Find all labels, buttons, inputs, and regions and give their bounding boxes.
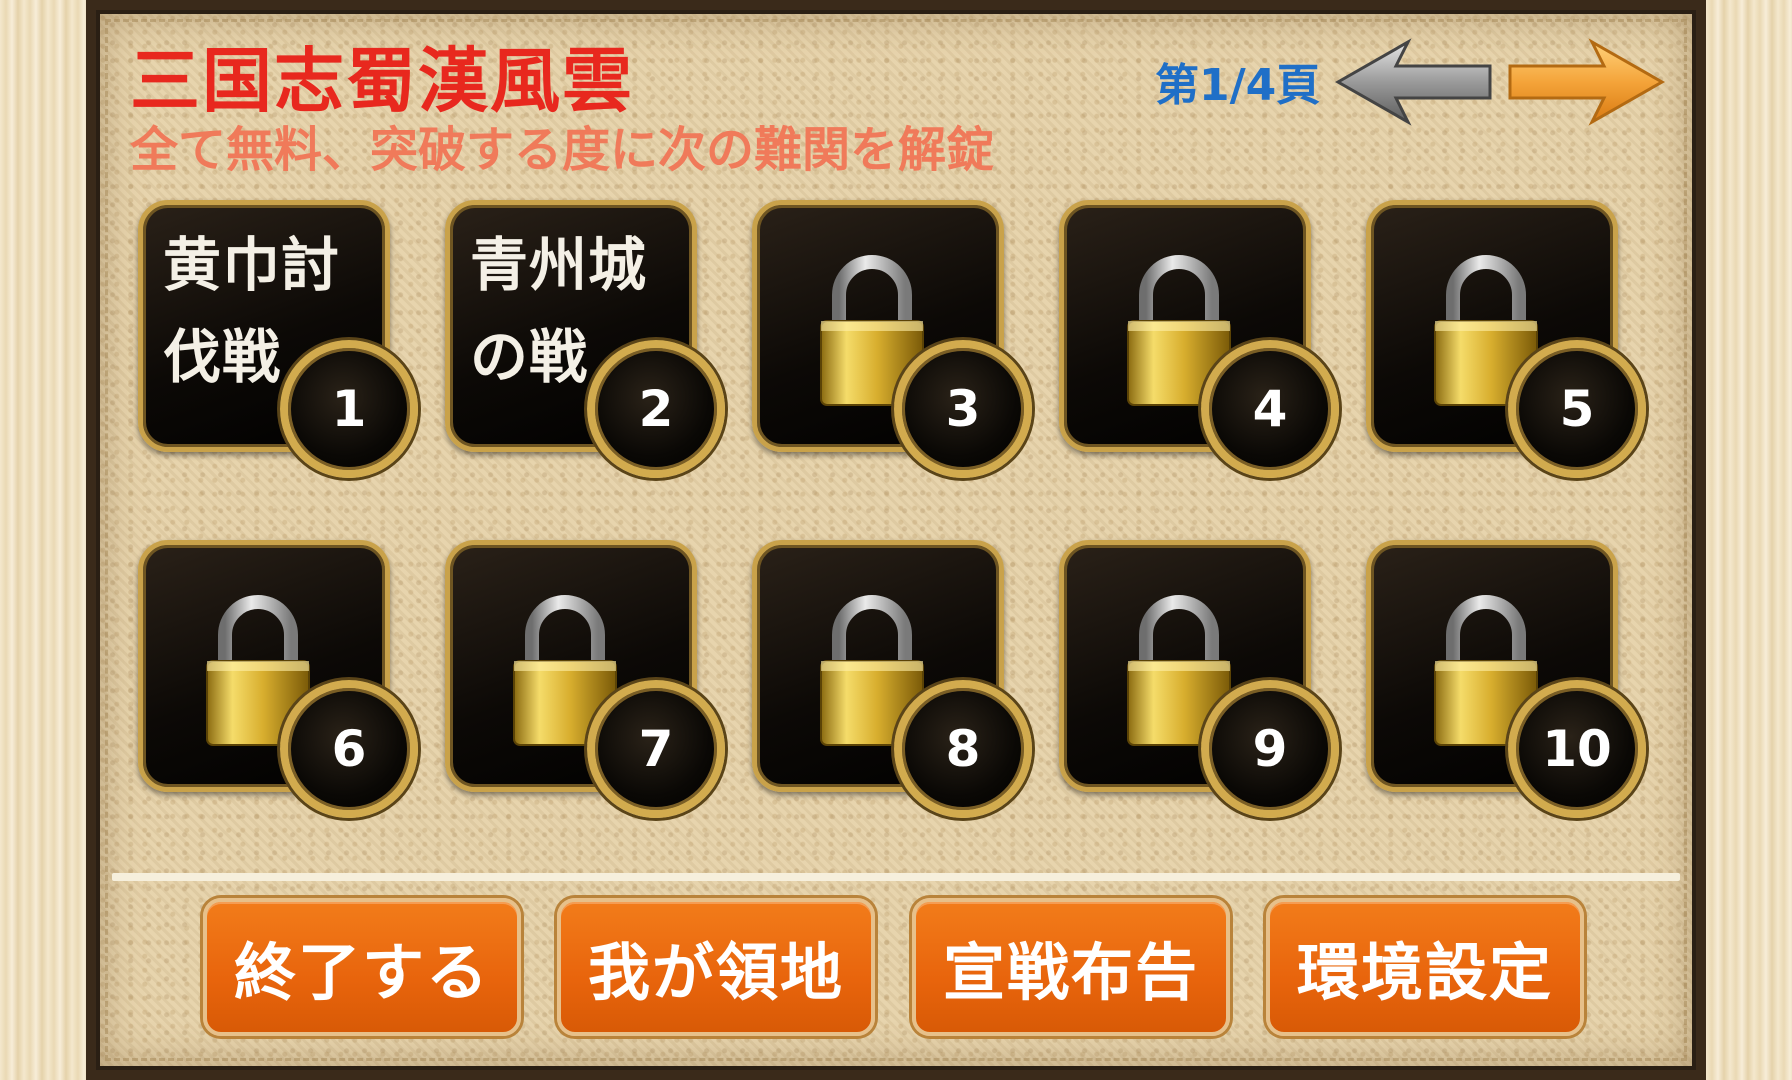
stage-number-badge: 3 [894, 340, 1032, 478]
declare-war-button[interactable]: 宣戦布告 [912, 898, 1230, 1036]
stage-number-badge: 2 [587, 340, 725, 478]
next-page-button[interactable] [1500, 36, 1670, 128]
game-subtitle: 全て無料、突破する度に次の難関を解錠 [130, 122, 995, 178]
parchment-border-left [0, 0, 86, 1080]
page-indicator: 第1/4頁 [1155, 60, 1321, 111]
stage-number-badge: 10 [1508, 680, 1646, 818]
arrow-right-icon [1508, 38, 1666, 126]
stage-number-badge: 1 [280, 340, 418, 478]
game-title: 三国志蜀漢風雲 [130, 40, 634, 122]
stage-number-badge: 6 [280, 680, 418, 818]
parchment-border-right [1706, 0, 1792, 1080]
stage-number-badge: 7 [587, 680, 725, 818]
divider [112, 873, 1680, 881]
quit-button[interactable]: 終了する [203, 898, 521, 1036]
prev-page-button[interactable] [1330, 36, 1500, 128]
territory-button[interactable]: 我が領地 [557, 898, 875, 1036]
stage-number-badge: 4 [1201, 340, 1339, 478]
stage-number-badge: 8 [894, 680, 1032, 818]
arrow-left-icon [1334, 38, 1492, 126]
stage-number-badge: 9 [1201, 680, 1339, 818]
stage-number-badge: 5 [1508, 340, 1646, 478]
settings-button[interactable]: 環境設定 [1266, 898, 1584, 1036]
